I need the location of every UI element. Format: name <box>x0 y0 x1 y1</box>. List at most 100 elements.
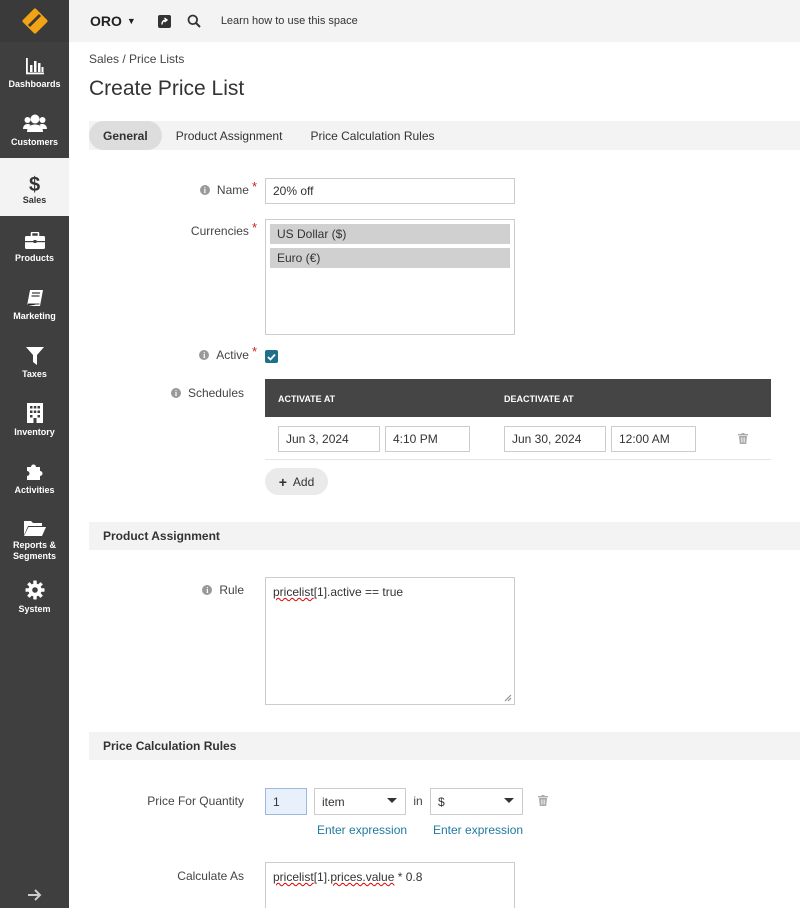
currencies-label: Currencies <box>190 224 249 238</box>
activate-at-header: ACTIVATE AT <box>278 394 336 404</box>
page-title: Create Price List <box>89 77 245 100</box>
currency-option-usd[interactable]: US Dollar ($) <box>270 224 510 244</box>
schedules-label-row: i Schedules <box>129 384 244 402</box>
caret-down-icon: ▼ <box>126 16 136 26</box>
required-asterisk: * <box>251 219 257 235</box>
folder-icon <box>23 514 46 536</box>
active-label-row: i Active * <box>129 344 257 364</box>
deactivate-at-header: DEACTIVATE AT <box>504 394 574 404</box>
tab-price-calculation-rules[interactable]: Price Calculation Rules <box>296 121 448 150</box>
price-for-quantity-label: Price For Quantity <box>147 794 244 808</box>
add-button-label: Add <box>292 474 315 489</box>
users-icon <box>22 111 47 133</box>
add-schedule-button[interactable]: + Add <box>265 468 328 495</box>
schedules-row-divider <box>265 459 771 460</box>
calc-text-word1: pricelist <box>273 870 314 884</box>
org-name: ORO <box>90 13 122 29</box>
rule-text-word: pricelist <box>273 585 314 599</box>
currency-option-eur[interactable]: Euro (€) <box>270 248 510 268</box>
gear-icon <box>25 578 45 600</box>
sidebar-item-label: Sales <box>22 194 47 205</box>
chevron-down-icon <box>387 798 397 803</box>
sidebar-item-inventory[interactable]: Inventory <box>0 390 69 448</box>
tab-general[interactable]: General <box>89 121 162 150</box>
form-tabs: General Product Assignment Price Calcula… <box>89 121 800 150</box>
active-checkbox[interactable] <box>265 350 278 363</box>
sidebar-item-label: System <box>18 603 51 614</box>
sidebar-item-customers[interactable]: Customers <box>0 100 69 158</box>
currencies-label-row: Currencies * <box>129 219 257 240</box>
deactivate-time-input[interactable]: 12:00 AM <box>611 426 696 452</box>
rule-label: Rule <box>219 583 244 597</box>
info-icon[interactable]: i <box>202 585 213 595</box>
price-for-quantity-label-row: Price For Quantity <box>129 792 244 810</box>
name-input[interactable]: 20% off <box>265 178 515 204</box>
currency-select[interactable]: $ <box>430 788 523 815</box>
unit-select-value: item <box>322 794 345 809</box>
top-bar: ORO ▼ Learn how to use this space <box>69 0 800 42</box>
product-assignment-section-header: Product Assignment <box>89 522 800 550</box>
required-asterisk: * <box>251 178 257 194</box>
plus-icon: + <box>278 473 287 490</box>
book-icon <box>25 285 45 307</box>
enter-expression-link-quantity[interactable]: Enter expression <box>317 823 407 837</box>
rule-textarea[interactable]: pricelist[1].active == true <box>265 577 515 705</box>
sidebar-item-sales[interactable]: $ Sales <box>0 158 69 216</box>
sidebar-item-products[interactable]: Products <box>0 216 69 274</box>
sidebar-item-taxes[interactable]: Taxes <box>0 332 69 390</box>
info-icon[interactable]: i <box>170 388 181 398</box>
main-content: Sales / Price Lists Create Price List Ge… <box>69 42 800 908</box>
puzzle-icon <box>25 459 45 481</box>
sidebar-item-marketing[interactable]: Marketing <box>0 274 69 332</box>
breadcrumb: Sales / Price Lists <box>89 52 184 66</box>
calc-text-word2: prices.value <box>330 870 395 884</box>
info-icon[interactable]: i <box>199 350 210 360</box>
rule-text-rest: [1].active == true <box>313 585 404 599</box>
sidebar-item-label: Marketing <box>13 310 56 321</box>
sidebar-item-reports-segments[interactable]: Reports & Segments <box>0 506 69 570</box>
schedules-table-header: ACTIVATE AT DEACTIVATE AT <box>265 379 771 417</box>
activate-time-input[interactable]: 4:10 PM <box>385 426 470 452</box>
breadcrumb-sales[interactable]: Sales <box>89 52 119 66</box>
sidebar-item-label: Dashboards <box>8 78 61 89</box>
calculate-as-label-row: Calculate As <box>129 867 244 885</box>
active-label: Active <box>216 348 249 362</box>
sidebar-item-label: Customers <box>10 136 58 147</box>
resize-handle-icon <box>504 694 512 702</box>
delete-schedule-trash-icon[interactable] <box>738 433 748 447</box>
schedules-label: Schedules <box>187 386 244 400</box>
building-icon <box>26 401 43 423</box>
calculate-as-textarea[interactable]: pricelist[1].prices.value * 0.8 <box>265 862 515 908</box>
sidebar-item-label: Products <box>14 252 54 263</box>
info-icon[interactable]: i <box>199 185 210 195</box>
delete-rule-trash-icon[interactable] <box>538 795 548 809</box>
checkmark-icon <box>267 353 276 361</box>
chevron-down-icon <box>504 798 514 803</box>
price-calculation-section-header: Price Calculation Rules <box>89 732 800 760</box>
oro-logo[interactable] <box>0 0 69 42</box>
sidebar-item-system[interactable]: System <box>0 570 69 622</box>
sidebar-item-activities[interactable]: Activities <box>0 448 69 506</box>
dollar-icon: $ <box>28 173 41 196</box>
main-sidebar: Dashboards Customers $ Sales Products Ma… <box>0 0 69 908</box>
enter-expression-link-currency[interactable]: Enter expression <box>433 823 523 837</box>
deactivate-date-input[interactable]: Jun 30, 2024 <box>504 426 606 452</box>
organization-switcher[interactable]: ORO ▼ <box>90 13 136 29</box>
breadcrumb-price-lists[interactable]: Price Lists <box>129 52 184 66</box>
calc-text-mid: [1]. <box>313 870 331 884</box>
search-icon[interactable] <box>187 14 201 28</box>
breadcrumb-separator: / <box>119 52 130 66</box>
rule-label-row: i Rule <box>129 581 244 599</box>
tab-product-assignment[interactable]: Product Assignment <box>162 121 297 150</box>
name-label-row: i Name * <box>129 178 257 199</box>
activate-date-input[interactable]: Jun 3, 2024 <box>278 426 380 452</box>
quantity-input[interactable]: 1 <box>265 788 307 815</box>
unit-select[interactable]: item <box>314 788 406 815</box>
bar-chart-icon <box>25 53 45 75</box>
calc-text-rest: * 0.8 <box>394 870 423 884</box>
shortcut-icon[interactable] <box>157 14 171 28</box>
currencies-multiselect[interactable]: US Dollar ($) Euro (€) <box>265 219 515 335</box>
learn-link[interactable]: Learn how to use this space <box>221 15 358 27</box>
sidebar-item-dashboards[interactable]: Dashboards <box>0 42 69 100</box>
expand-sidebar-arrow-icon[interactable] <box>0 882 69 908</box>
